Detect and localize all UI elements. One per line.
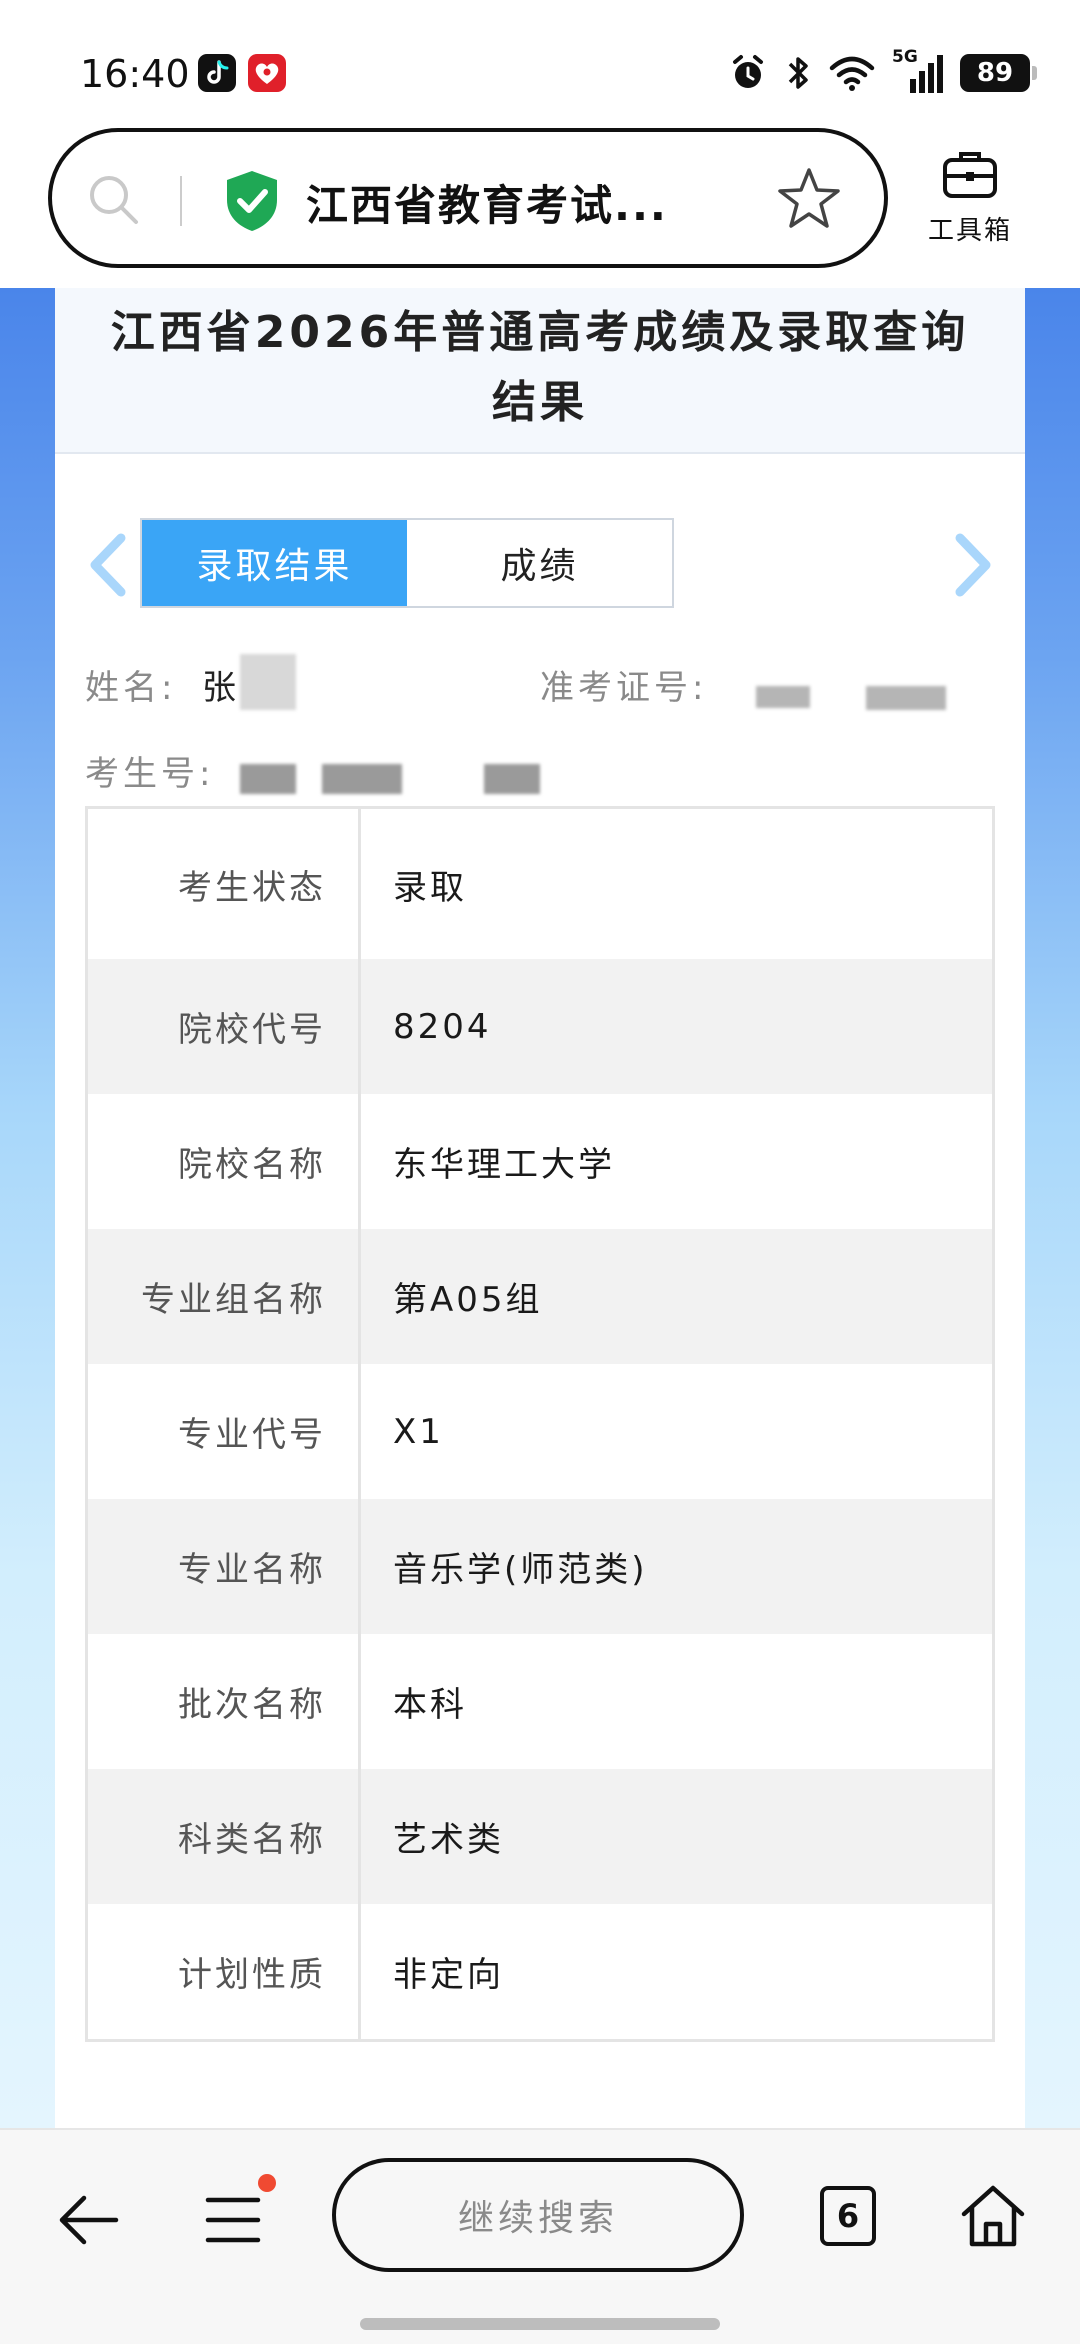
pinduoduo-icon bbox=[248, 54, 286, 92]
name-label: 姓名: bbox=[85, 668, 177, 708]
table-row: 专业名称 音乐学(师范类) bbox=[88, 1499, 992, 1634]
table-row: 批次名称 本科 bbox=[88, 1634, 992, 1769]
status-bar: 16:40 5G 89 bbox=[0, 0, 1080, 130]
chevron-right-icon[interactable] bbox=[948, 530, 998, 600]
table-row: 计划性质 非定向 bbox=[88, 1904, 992, 2039]
page-title-url[interactable]: 江西省教育考试... bbox=[306, 172, 668, 233]
row-value: 东华理工大学 bbox=[393, 1145, 615, 1185]
row-label: 科类名称 bbox=[88, 1769, 361, 1904]
status-time: 16:40 bbox=[80, 52, 190, 96]
bluetooth-icon bbox=[788, 57, 808, 89]
result-tabs: 录取结果 成绩 bbox=[140, 518, 674, 608]
address-bar[interactable]: 江西省教育考试... bbox=[48, 128, 888, 268]
admission-ticket-label: 准考证号: bbox=[540, 668, 708, 708]
table-row: 院校名称 东华理工大学 bbox=[88, 1094, 992, 1229]
result-table: 考生状态 录取 院校代号 8204 院校名称 东华理工大学 专业组名称 第A05… bbox=[85, 806, 995, 2042]
star-icon[interactable] bbox=[774, 164, 844, 234]
battery-icon: 89 bbox=[960, 54, 1037, 92]
redacted-candidate-c bbox=[484, 764, 540, 794]
table-row: 科类名称 艺术类 bbox=[88, 1769, 992, 1904]
toolbox-icon bbox=[943, 152, 997, 198]
signal-icon: 5G bbox=[892, 47, 944, 95]
name-value: 张 bbox=[202, 668, 236, 708]
table-row: 专业代号 X1 bbox=[88, 1364, 992, 1499]
table-row: 院校代号 8204 bbox=[88, 959, 992, 1094]
redacted-candidate-b bbox=[322, 764, 402, 794]
panel-header: 江西省2026年普通高考成绩及录取查询结果 bbox=[55, 288, 1025, 454]
tab-admission-result[interactable]: 录取结果 bbox=[142, 520, 407, 606]
row-label: 专业组名称 bbox=[88, 1229, 361, 1364]
menu-icon[interactable] bbox=[200, 2184, 270, 2256]
alarm-icon bbox=[733, 55, 763, 88]
row-label: 专业代号 bbox=[88, 1364, 361, 1499]
home-indicator[interactable] bbox=[360, 2318, 720, 2330]
bottom-nav-bar: 继续搜索 6 bbox=[0, 2128, 1080, 2344]
shield-check-icon bbox=[227, 171, 277, 231]
toolbox-label: 工具箱 bbox=[927, 216, 1012, 246]
row-label: 院校名称 bbox=[88, 1094, 361, 1229]
table-row: 专业组名称 第A05组 bbox=[88, 1229, 992, 1364]
continue-search-button[interactable]: 继续搜索 bbox=[332, 2158, 744, 2272]
home-icon[interactable] bbox=[958, 2180, 1028, 2252]
wifi-icon bbox=[829, 56, 875, 91]
row-value: 录取 bbox=[393, 867, 467, 908]
row-label: 专业名称 bbox=[88, 1499, 361, 1634]
back-arrow-icon[interactable] bbox=[54, 2184, 126, 2256]
page-title: 江西省2026年普通高考成绩及录取查询结果 bbox=[110, 307, 970, 428]
row-value: 非定向 bbox=[393, 1955, 504, 1995]
tiktok-icon bbox=[198, 54, 236, 92]
candidate-no-label: 考生号: bbox=[85, 754, 215, 794]
toolbox-button[interactable]: 工具箱 bbox=[918, 146, 1022, 256]
chevron-left-icon[interactable] bbox=[83, 530, 133, 600]
row-value: 音乐学(师范类) bbox=[393, 1550, 648, 1590]
table-row: 考生状态 录取 bbox=[88, 809, 992, 959]
row-label: 计划性质 bbox=[88, 1904, 361, 2039]
notification-dot bbox=[258, 2174, 276, 2192]
redacted-name bbox=[240, 654, 296, 710]
row-label: 院校代号 bbox=[88, 959, 361, 1094]
row-value: 8204 bbox=[393, 1006, 492, 1047]
row-value: 第A05组 bbox=[393, 1280, 543, 1320]
redacted-ticket-a bbox=[756, 686, 810, 708]
tab-scores[interactable]: 成绩 bbox=[407, 520, 672, 606]
tabs-count-button[interactable]: 6 bbox=[820, 2186, 876, 2246]
row-label: 批次名称 bbox=[88, 1634, 361, 1769]
redacted-candidate-a bbox=[240, 764, 296, 794]
search-icon bbox=[90, 176, 138, 224]
row-value: 本科 bbox=[393, 1685, 467, 1725]
redacted-ticket-b bbox=[866, 686, 946, 710]
row-label: 考生状态 bbox=[88, 809, 361, 959]
address-divider bbox=[180, 176, 182, 226]
row-value: 艺术类 bbox=[393, 1820, 504, 1860]
row-value: X1 bbox=[393, 1411, 444, 1452]
